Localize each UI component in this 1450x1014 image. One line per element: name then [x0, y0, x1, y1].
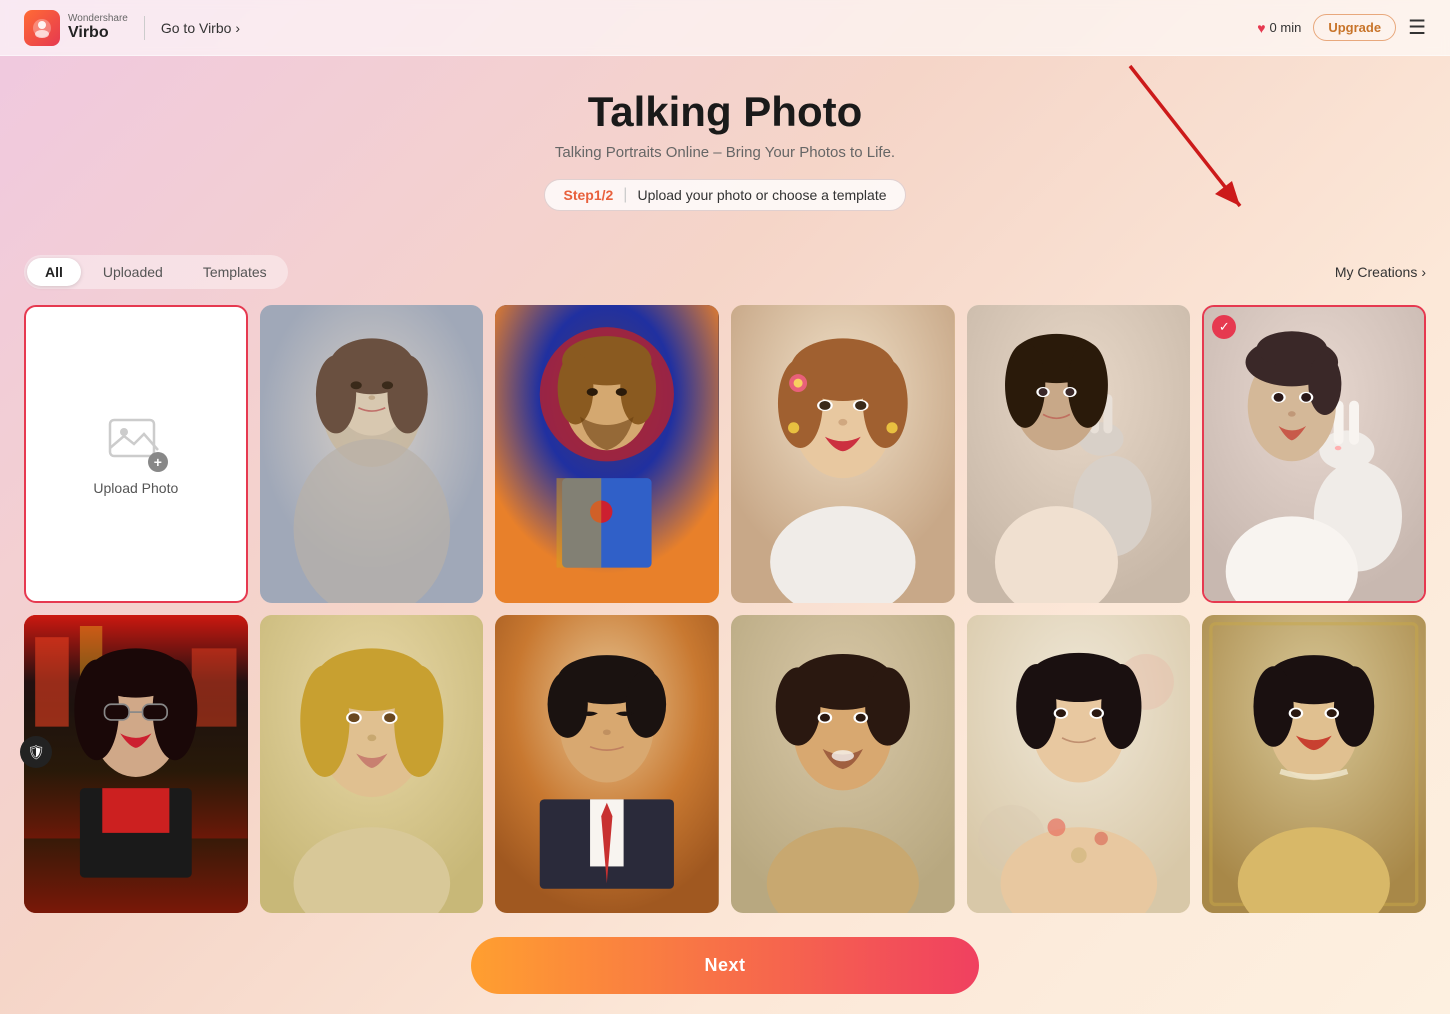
upload-icon-wrapper: + [108, 412, 164, 468]
template-card-10[interactable] [967, 615, 1191, 913]
template-card-8[interactable] [495, 615, 719, 913]
step-indicator: Step1/2 | Upload your photo or choose a … [544, 179, 905, 211]
heart-icon: ♥ [1257, 20, 1265, 36]
template-card-5-selected[interactable]: ✓ [1202, 305, 1426, 603]
header-right: ♥ 0 min Upgrade ☰ [1257, 14, 1426, 41]
next-button[interactable]: Next [471, 937, 979, 994]
step-description: Upload your photo or choose a template [637, 187, 886, 203]
my-creations-link[interactable]: My Creations › [1335, 264, 1426, 280]
page-subtitle: Talking Portraits Online – Bring Your Ph… [24, 144, 1426, 161]
step-label: Step1/2 [563, 187, 613, 203]
header-divider [144, 16, 145, 40]
tab-uploaded[interactable]: Uploaded [85, 258, 181, 286]
logo-text: Wondershare Virbo [68, 13, 128, 42]
arrow-annotation [1090, 46, 1290, 226]
upload-label: Upload Photo [93, 480, 178, 496]
tab-group: All Uploaded Templates [24, 255, 288, 289]
product-label: Virbo [68, 24, 128, 42]
template-card-3[interactable] [731, 305, 955, 603]
photo-grid-row2 [0, 615, 1450, 913]
security-badge: 🛡 [20, 736, 52, 768]
main-content: Talking Photo Talking Portraits Online –… [0, 56, 1450, 255]
menu-icon[interactable]: ☰ [1408, 15, 1426, 40]
step-divider: | [623, 186, 627, 204]
filter-tabs: All Uploaded Templates My Creations › [0, 255, 1450, 305]
logo: Wondershare Virbo [24, 10, 128, 46]
chevron-right-icon: › [1421, 264, 1426, 280]
page-title: Talking Photo [24, 88, 1426, 136]
upload-plus-icon: + [148, 452, 168, 472]
header: Wondershare Virbo Go to Virbo › ♥ 0 min … [0, 0, 1450, 56]
next-btn-container: Next [0, 925, 1450, 1014]
logo-icon [24, 10, 60, 46]
template-card-1[interactable] [260, 305, 484, 603]
shield-icon: 🛡 [27, 744, 45, 761]
template-card-11[interactable] [1202, 615, 1426, 913]
tab-templates[interactable]: Templates [185, 258, 285, 286]
template-card-7[interactable] [260, 615, 484, 913]
time-badge: ♥ 0 min [1257, 20, 1301, 36]
tab-all[interactable]: All [27, 258, 81, 286]
chevron-right-icon: › [235, 20, 240, 36]
template-card-2[interactable] [495, 305, 719, 603]
photo-grid-row1: + Upload Photo [0, 305, 1450, 603]
template-card-4[interactable] [967, 305, 1191, 603]
upload-photo-card[interactable]: + Upload Photo [24, 305, 248, 603]
template-card-6[interactable] [24, 615, 248, 913]
header-left: Wondershare Virbo Go to Virbo › [24, 10, 240, 46]
template-card-9[interactable] [731, 615, 955, 913]
brand-label: Wondershare [68, 13, 128, 24]
goto-virbo-link[interactable]: Go to Virbo › [161, 20, 240, 36]
upgrade-button[interactable]: Upgrade [1313, 14, 1396, 41]
